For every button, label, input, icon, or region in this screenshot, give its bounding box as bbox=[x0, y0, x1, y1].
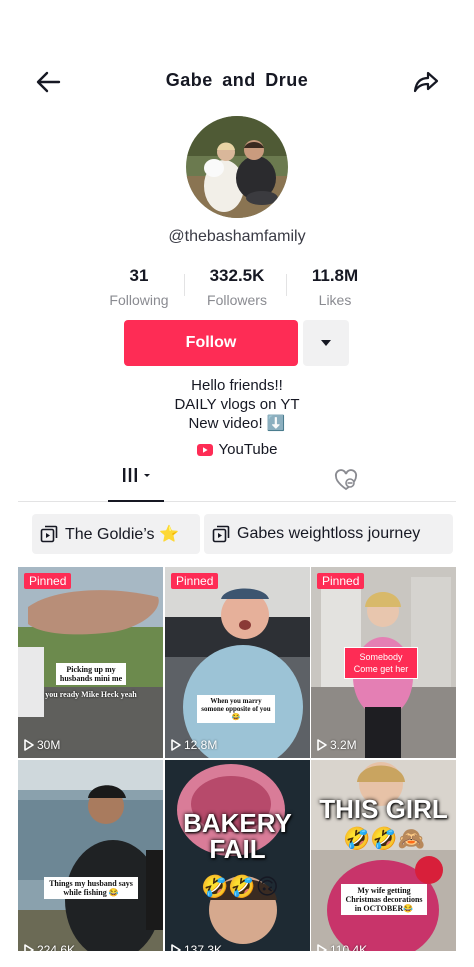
view-count: 110.4K bbox=[317, 943, 367, 951]
likes-count: 11.8M bbox=[311, 266, 359, 285]
video-caption: Things my husband says while fishing 😂 bbox=[44, 877, 138, 899]
video-caption: Somebody Come get her bbox=[344, 647, 418, 679]
play-icon bbox=[171, 739, 181, 751]
play-icon bbox=[24, 739, 34, 751]
playlist-chip[interactable]: The Goldie’s ⭐ bbox=[32, 514, 200, 554]
play-icon bbox=[171, 944, 181, 951]
playlists: The Goldie’s ⭐ Gabes weightloss journey bbox=[32, 514, 453, 554]
tab-videos[interactable] bbox=[108, 466, 164, 502]
avatar[interactable] bbox=[186, 116, 288, 218]
bio-line: Hello friends!! bbox=[191, 377, 283, 394]
play-icon bbox=[24, 944, 34, 951]
view-count: 137.3K bbox=[171, 943, 222, 951]
view-count: 224.6K bbox=[24, 943, 75, 951]
video-thumbnail[interactable]: Things my husband says while fishing 😂 2… bbox=[18, 760, 163, 951]
playlist-icon bbox=[212, 525, 230, 543]
video-thumbnail[interactable]: Pinned Somebody Come get her 3.2M bbox=[311, 567, 456, 758]
caret-down-icon bbox=[144, 474, 150, 477]
view-count-value: 30M bbox=[37, 738, 61, 752]
video-caption: BAKERY FAIL bbox=[183, 808, 292, 864]
video-grid: Pinned Picking up my husbands mini me yo… bbox=[18, 567, 456, 967]
caret-down-icon bbox=[321, 340, 331, 346]
video-thumbnail[interactable]: Pinned When you marry somone opposite of… bbox=[165, 567, 310, 758]
grid-icon bbox=[123, 468, 137, 482]
view-count-value: 224.6K bbox=[37, 943, 76, 951]
content-tabs bbox=[18, 462, 456, 502]
view-count-value: 110.4K bbox=[330, 943, 368, 951]
share-icon[interactable] bbox=[411, 68, 441, 96]
following-stat[interactable]: 31 Following bbox=[84, 266, 194, 308]
followers-label: Followers bbox=[207, 292, 267, 308]
youtube-icon bbox=[196, 443, 213, 456]
video-caption: Picking up my husbands mini me bbox=[56, 663, 126, 685]
view-count-value: 137.3K bbox=[184, 943, 223, 951]
view-count-value: 12.8M bbox=[184, 738, 218, 752]
youtube-link[interactable]: YouTube bbox=[0, 441, 474, 458]
view-count: 30M bbox=[24, 738, 60, 752]
thumbnail-image bbox=[165, 567, 310, 758]
playlist-label: Gabes weightloss journey bbox=[237, 525, 421, 542]
video-thumbnail[interactable]: BAKERY FAIL 🤣🤣🙃 137.3K bbox=[165, 760, 310, 951]
play-icon bbox=[317, 944, 327, 951]
youtube-link-label: YouTube bbox=[218, 441, 278, 458]
likes-label: Likes bbox=[318, 292, 352, 308]
followers-stat[interactable]: 332.5K Followers bbox=[182, 266, 292, 308]
video-caption: THIS GIRL bbox=[319, 794, 448, 824]
thumbnail-image bbox=[311, 760, 456, 951]
pinned-badge: Pinned bbox=[317, 573, 365, 589]
video-caption: When you marry somone opposite of you😂 bbox=[197, 695, 275, 723]
playlist-chip[interactable]: Gabes weightloss journey bbox=[204, 514, 453, 554]
likes-stat: 11.8M Likes bbox=[280, 266, 390, 308]
profile-stats: 31 Following 332.5K Followers 11.8M Like… bbox=[0, 266, 474, 314]
follow-button[interactable]: Follow bbox=[124, 320, 298, 366]
page-title: Gabe and Drue bbox=[165, 70, 309, 90]
followers-count: 332.5K bbox=[209, 266, 265, 285]
video-thumbnail[interactable]: Pinned Picking up my husbands mini me yo… bbox=[18, 567, 163, 758]
view-count: 3.2M bbox=[317, 738, 357, 752]
video-emoji: 🤣🤣🙃 bbox=[201, 874, 279, 899]
bio-line: New video! ⬇️ bbox=[188, 415, 286, 432]
playlist-icon bbox=[40, 525, 58, 543]
following-label: Following bbox=[109, 292, 169, 308]
pinned-badge: Pinned bbox=[171, 573, 219, 589]
suggested-accounts-button[interactable] bbox=[303, 320, 349, 366]
video-emoji: 🤣🤣🙈 bbox=[343, 826, 426, 851]
active-tab-indicator bbox=[108, 500, 164, 502]
playlist-label: The Goldie’s ⭐ bbox=[65, 526, 179, 543]
following-count: 31 bbox=[129, 266, 149, 285]
view-count: 12.8M bbox=[171, 738, 217, 752]
play-icon bbox=[317, 739, 327, 751]
profile-page: { "header": {"title": "Gabe and Drue"}, … bbox=[0, 0, 474, 967]
video-caption: you ready Mike Heck yeah bbox=[45, 690, 137, 699]
pinned-badge: Pinned bbox=[24, 573, 72, 589]
bio-line: DAILY vlogs on YT bbox=[174, 396, 300, 413]
thumbnail-image bbox=[18, 760, 163, 951]
video-caption: My wife getting Christmas decorations in… bbox=[341, 884, 427, 915]
view-count-value: 3.2M bbox=[330, 738, 357, 752]
liked-icon[interactable] bbox=[333, 468, 359, 492]
video-thumbnail[interactable]: THIS GIRL 🤣🤣🙈 My wife getting Christmas … bbox=[311, 760, 456, 951]
bio: Hello friends!! DAILY vlogs on YT New vi… bbox=[0, 376, 474, 433]
username-handle: @thebashamfamily bbox=[168, 228, 306, 245]
top-bar: Gabe and Drue bbox=[0, 60, 474, 104]
